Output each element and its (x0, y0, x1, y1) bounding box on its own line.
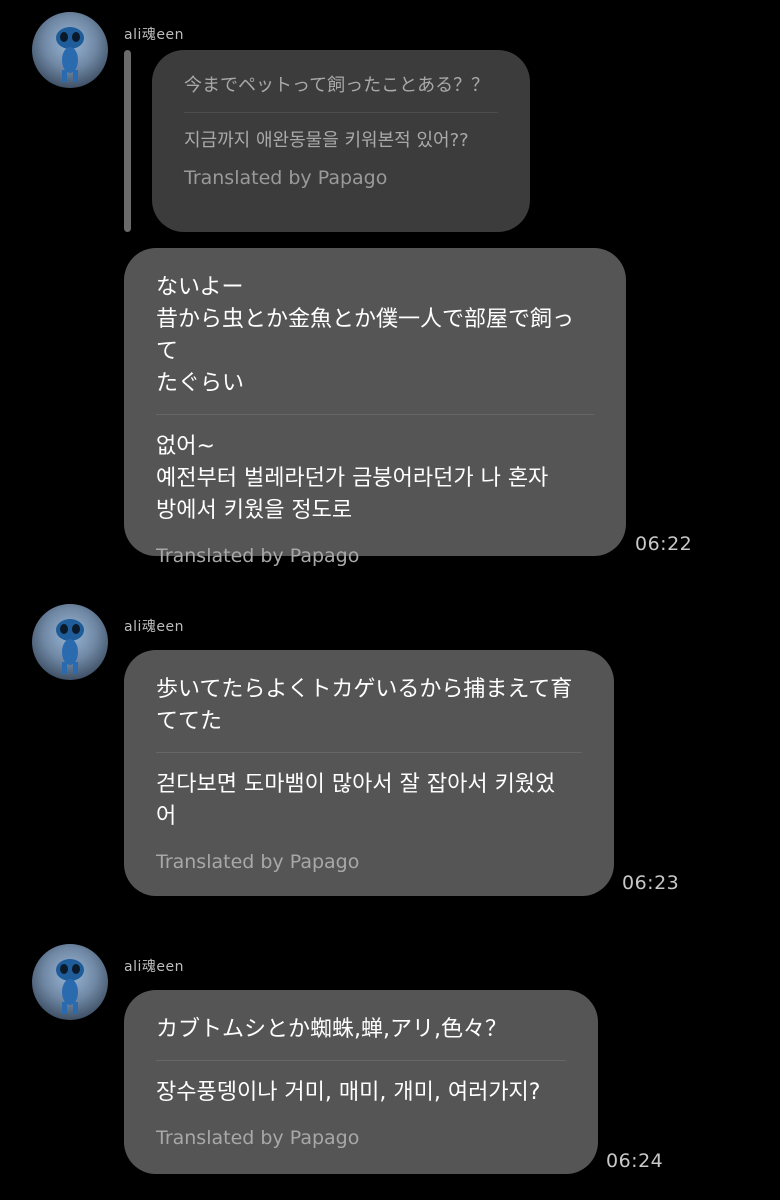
translated-by-label: Translated by Papago (156, 851, 360, 873)
original-text: カブトムシとか蜘蛛,蝉,アリ,色々？ (156, 1017, 507, 1042)
quoted-original-text: 今までペットって飼ったことある？？ (184, 75, 490, 96)
translated-by-label: Translated by Papago (156, 545, 360, 567)
username: ali魂een (124, 959, 184, 975)
translation-divider (184, 112, 498, 113)
avatar[interactable] (32, 944, 108, 1020)
avatar-character-icon (56, 27, 84, 82)
message-bubble[interactable]: 歩いてたらよくトカゲいるから捕まえて育 ててた 걷다보면 도마뱀이 많아서 잘 … (124, 650, 614, 896)
avatar[interactable] (32, 12, 108, 88)
username: ali魂een (124, 619, 184, 635)
message-timestamp: 06:22 (635, 533, 693, 555)
quoted-message[interactable]: 今までペットって飼ったことある？？ 지금까지 애완동물을 키워본적 있어?? T… (152, 50, 530, 232)
avatar-character-icon (56, 959, 84, 1014)
translation-text: 걷다보면 도마뱀이 많아서 잘 잡아서 키웠었 어 (156, 772, 556, 829)
message-timestamp: 06:24 (606, 1150, 664, 1172)
translated-by-label: Translated by Papago (184, 167, 388, 189)
message-bubble[interactable]: ないよー 昔から虫とか金魚とか僕一人で部屋で飼って たぐらい 없어~ 예전부터 … (124, 248, 626, 567)
message-timestamp: 06:23 (622, 872, 680, 894)
translation-text: 없어~ 예전부터 벌레라던가 금붕어라던가 나 혼자 방에서 키웠을 정도로 (156, 434, 549, 523)
reply-indicator (124, 50, 131, 232)
avatar-character-icon (56, 619, 84, 674)
message-bubble[interactable]: カブトムシとか蜘蛛,蝉,アリ,色々？ 장수풍뎅이나 거미, 매미, 개미, 여러… (124, 990, 598, 1174)
translation-divider (156, 752, 582, 753)
translation-divider (156, 414, 594, 415)
quoted-translation-text: 지금까지 애완동물을 키워본적 있어?? (184, 130, 469, 151)
chat-screen: ali魂een 今までペットって飼ったことある？？ 지금까지 애완동물을 키워본… (0, 0, 780, 1200)
translated-by-label: Translated by Papago (156, 1127, 360, 1149)
username: ali魂een (124, 27, 184, 43)
avatar[interactable] (32, 604, 108, 680)
translation-text: 장수풍뎅이나 거미, 매미, 개미, 여러가지? (156, 1080, 541, 1105)
original-text: ないよー 昔から虫とか金魚とか僕一人で部屋で飼って たぐらい (156, 275, 575, 396)
translation-divider (156, 1060, 566, 1061)
original-text: 歩いてたらよくトカゲいるから捕まえて育 ててた (156, 677, 573, 734)
